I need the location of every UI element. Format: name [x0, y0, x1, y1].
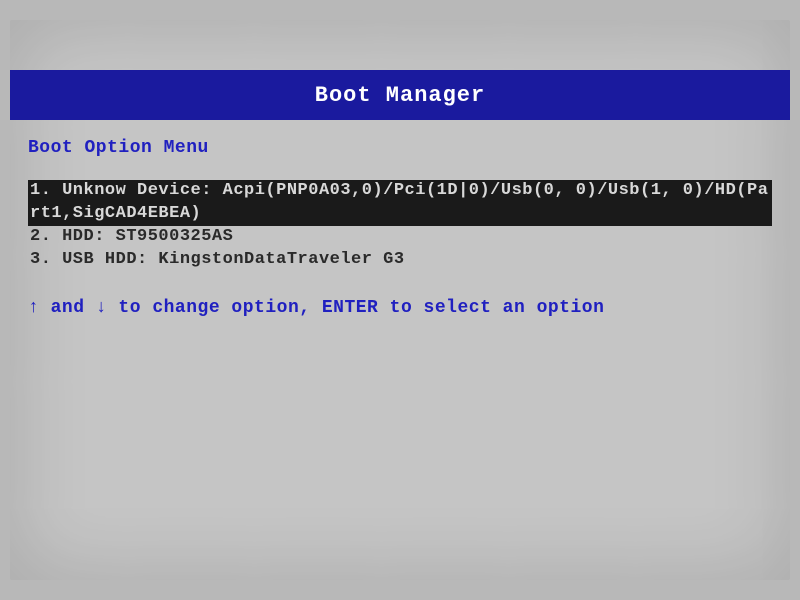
boot-options-list: 1. Unknow Device: Acpi(PNP0A03,0)/Pci(1D… — [28, 180, 772, 272]
header-bar: Boot Manager — [10, 70, 790, 120]
navigation-instructions: ↑ and ↓ to change option, ENTER to selec… — [28, 298, 772, 318]
bios-screen: Boot Manager Boot Option Menu 1. Unknow … — [10, 20, 790, 580]
menu-title: Boot Option Menu — [28, 138, 772, 158]
page-title: Boot Manager — [315, 83, 485, 108]
boot-option-1[interactable]: 1. Unknow Device: Acpi(PNP0A03,0)/Pci(1D… — [28, 180, 772, 226]
boot-option-2[interactable]: 2. HDD: ST9500325AS — [28, 226, 772, 249]
boot-option-3[interactable]: 3. USB HDD: KingstonDataTraveler G3 — [28, 249, 772, 272]
content-area: Boot Option Menu 1. Unknow Device: Acpi(… — [10, 120, 790, 336]
